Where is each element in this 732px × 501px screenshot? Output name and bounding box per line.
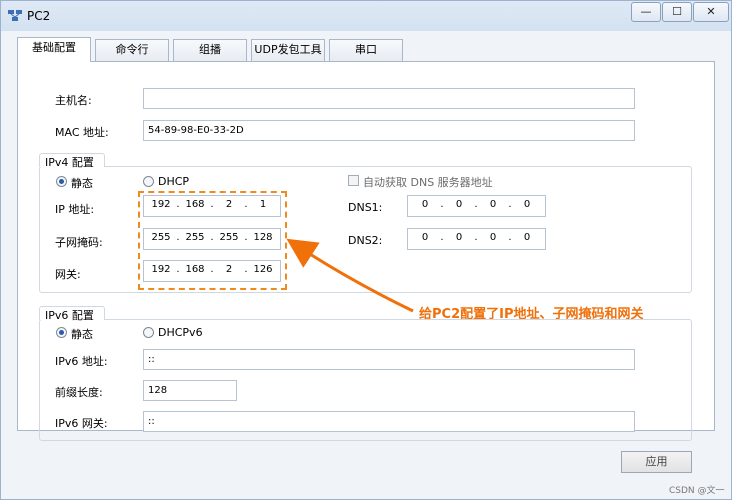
watermark: CSDN @文一	[669, 486, 725, 496]
ipv6-address-field[interactable]: ::	[143, 349, 635, 370]
pc-config-window: PC2 — ☐ ✕ 基础配置 命令行 组播 UDP发包工具 串口 主机名: MA…	[0, 0, 732, 500]
ipv6-dhcpv6-label: DHCPv6	[158, 326, 203, 339]
ipv6-dhcpv6-radio[interactable]	[143, 327, 154, 338]
ipv6-group-title: IPv6 配置	[42, 307, 97, 323]
apply-button[interactable]: 应用	[621, 451, 692, 473]
ipv6-gateway-field[interactable]: ::	[143, 411, 635, 432]
ipv6-static-label: 静态	[71, 328, 93, 341]
ipv6-gateway-label: IPv6 网关:	[55, 417, 108, 430]
prefix-length-field[interactable]: 128	[143, 380, 237, 401]
ipv6-static-radio[interactable]	[56, 327, 67, 338]
ipv6-address-label: IPv6 地址:	[55, 355, 108, 368]
prefix-length-label: 前缀长度:	[55, 386, 103, 399]
tab-basic-config[interactable]: 基础配置	[17, 37, 91, 62]
